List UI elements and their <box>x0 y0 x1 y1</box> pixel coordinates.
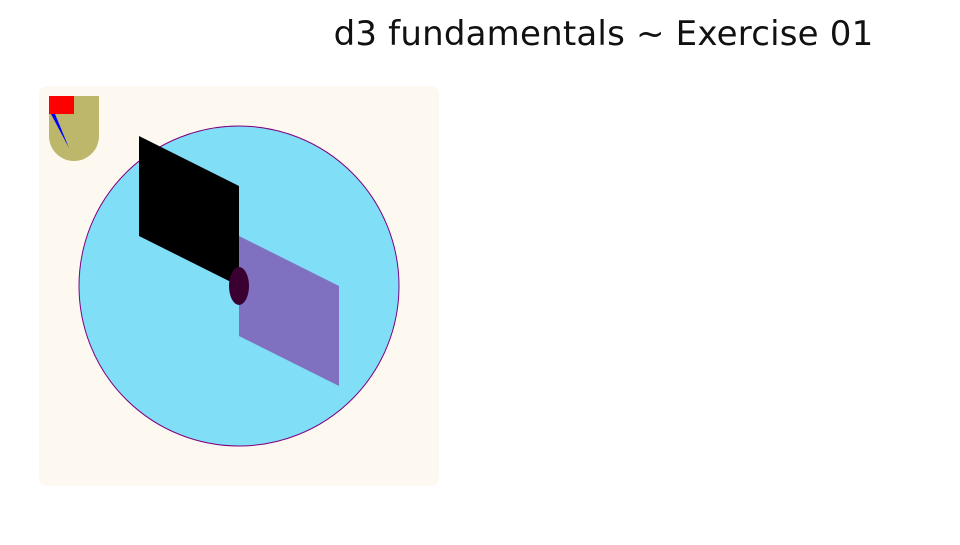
center-ellipse <box>229 267 249 305</box>
badge-red-square <box>49 96 74 114</box>
exercise-svg <box>39 86 439 486</box>
page: d3 fundamentals ~ Exercise 01 <box>0 0 960 545</box>
page-title: d3 fundamentals ~ Exercise 01 <box>333 14 874 54</box>
drawing-canvas <box>39 86 439 486</box>
